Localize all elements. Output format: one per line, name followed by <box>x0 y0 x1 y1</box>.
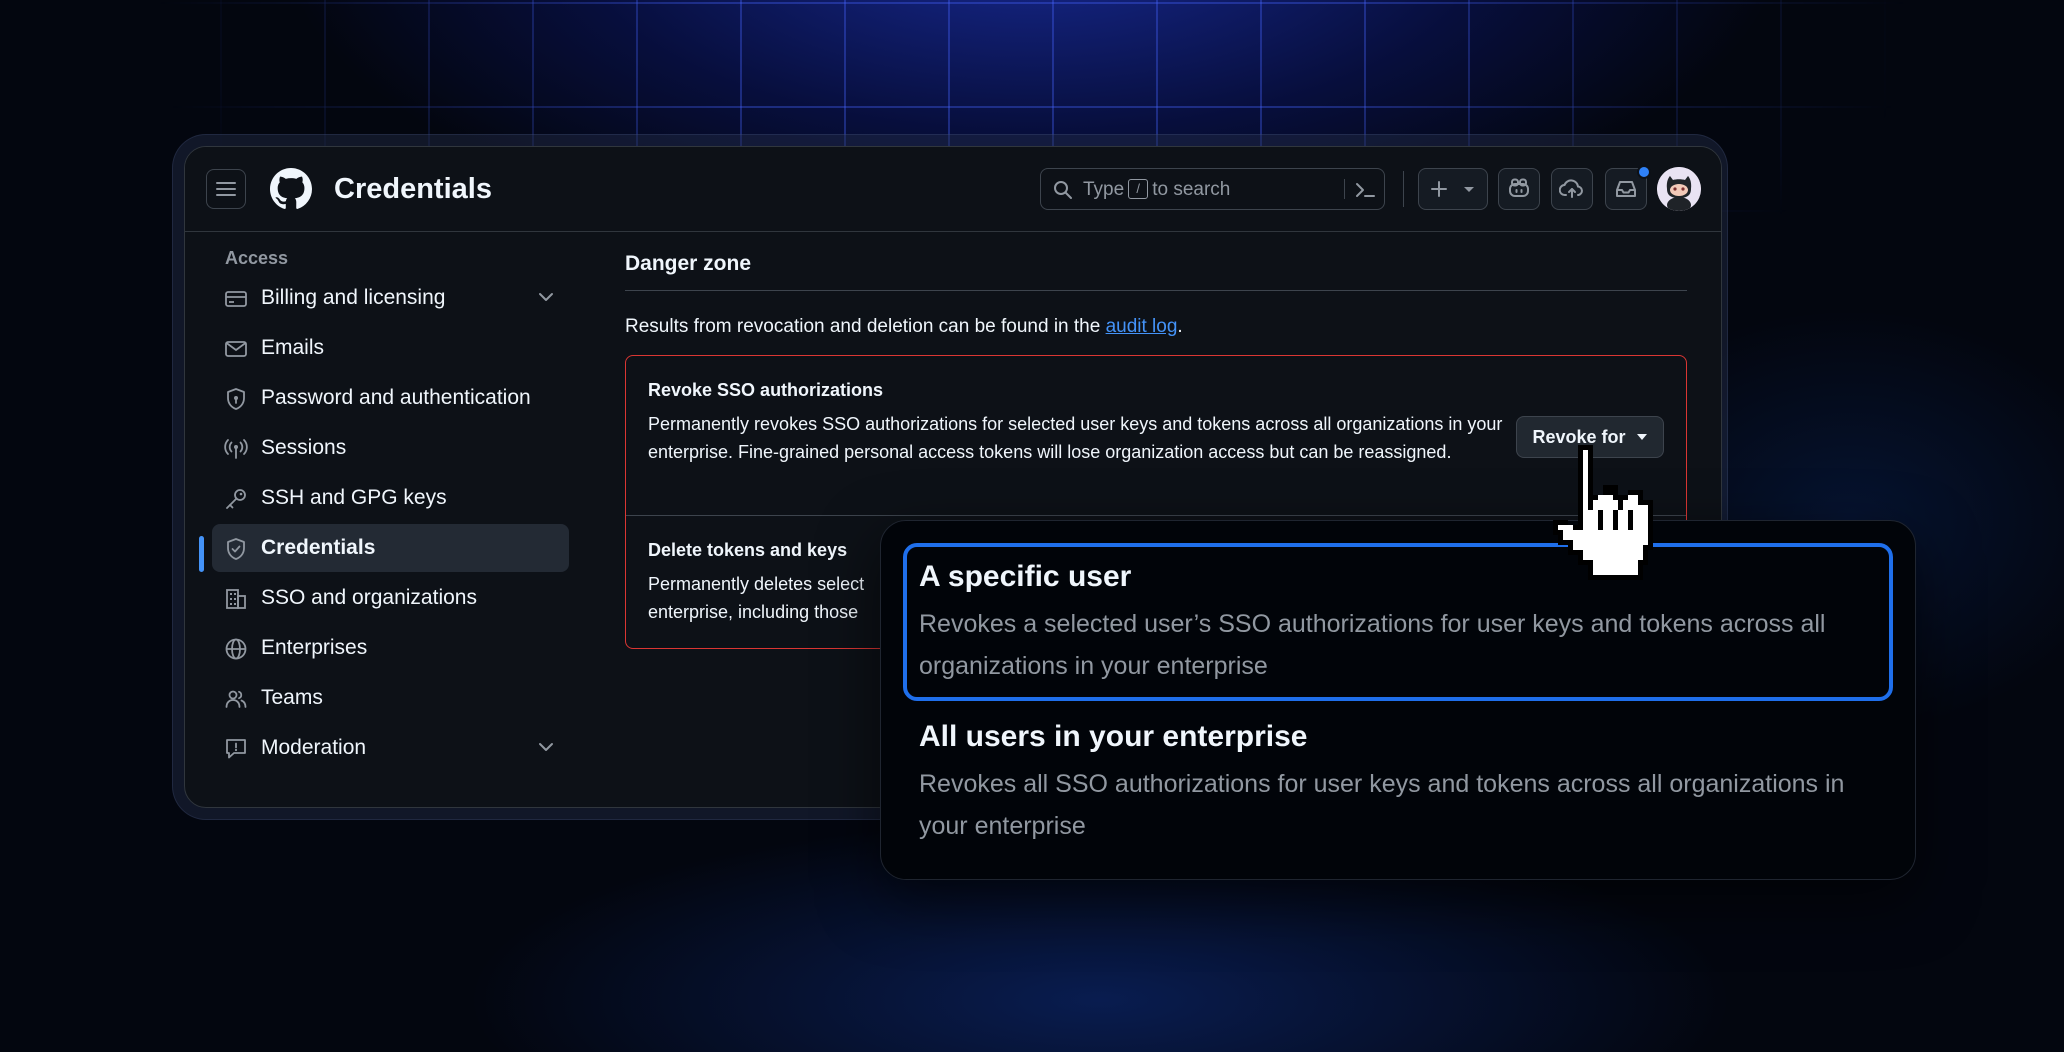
sidebar-item-label: Sessions <box>261 436 347 459</box>
inbox-icon <box>1616 181 1636 197</box>
mail-icon <box>225 341 247 357</box>
audit-log-link[interactable]: audit log <box>1106 316 1178 337</box>
copilot-icon <box>1509 178 1529 197</box>
delete-tokens-title: Delete tokens and keys <box>648 540 848 560</box>
sidebar-item-label: Billing and licensing <box>261 286 446 309</box>
notification-dot <box>1637 165 1651 179</box>
revoke-sso-description: Permanently revokes SSO authorizations f… <box>648 414 1503 462</box>
key-icon <box>226 489 246 509</box>
globe-icon <box>225 638 247 660</box>
menu-button[interactable] <box>206 169 246 209</box>
sidebar-item-sso-organizations[interactable]: SSO and organizations <box>212 574 569 622</box>
option-description: Revokes all SSO authorizations for user … <box>919 770 1845 840</box>
credit-card-icon <box>225 291 247 307</box>
sidebar-item-label: Moderation <box>261 736 367 759</box>
row-divider <box>626 515 1686 516</box>
broadcast-icon <box>224 439 248 459</box>
option-specific-user[interactable]: A specific user Revokes a selected user’… <box>903 543 1893 701</box>
sidebar-item-enterprises[interactable]: Enterprises <box>212 624 569 672</box>
sidebar-item-label: Emails <box>261 336 325 359</box>
command-palette-icon[interactable] <box>1353 179 1377 201</box>
github-logo-icon[interactable] <box>270 168 312 210</box>
people-icon <box>225 690 247 708</box>
organization-icon <box>226 589 246 609</box>
option-all-users[interactable]: All users in your enterprise Revokes all… <box>903 703 1893 861</box>
revoke-for-menu: A specific user Revokes a selected user’… <box>880 520 1916 880</box>
octocat-avatar-icon <box>1657 167 1701 211</box>
search-icon <box>1054 181 1072 199</box>
page-title: Credentials <box>334 173 492 205</box>
avatar[interactable] <box>1657 167 1701 211</box>
top-header: Credentials Type / to search <box>185 147 1721 232</box>
sidebar-item-label: Password and authentication <box>261 386 531 409</box>
cloud-upload-icon <box>1559 179 1583 198</box>
sidebar-item-label: SSH and GPG keys <box>261 486 447 509</box>
sidebar-item-label: Credentials <box>261 536 376 559</box>
shield-lock-icon <box>227 388 245 410</box>
report-icon <box>226 739 246 759</box>
section-divider <box>625 290 1687 291</box>
sidebar-item-moderation[interactable]: Moderation <box>212 724 569 772</box>
copilot-button[interactable] <box>1498 168 1540 210</box>
option-description: Revokes a selected user’s SSO authorizat… <box>919 610 1826 680</box>
codespaces-button[interactable] <box>1551 168 1593 210</box>
sidebar-item-credentials[interactable]: Credentials <box>212 524 569 572</box>
search-input[interactable]: Type / to search <box>1040 168 1385 210</box>
shield-check-icon <box>227 538 245 560</box>
sidebar-heading: Access <box>225 248 289 268</box>
slash-key: / <box>1128 179 1149 199</box>
sidebar-item-teams[interactable]: Teams <box>212 674 569 722</box>
hamburger-icon <box>216 182 236 196</box>
active-indicator <box>199 536 204 572</box>
sidebar-item-password[interactable]: Password and authentication <box>212 374 569 422</box>
header-divider <box>1403 171 1404 207</box>
sidebar: Access Billing and licensing Emails Pass… <box>185 232 575 792</box>
section-title: Danger zone <box>625 252 752 275</box>
sidebar-item-billing[interactable]: Billing and licensing <box>212 274 569 322</box>
section-description: Results from revocation and deletion can… <box>625 316 1183 337</box>
hand-cursor-icon <box>1553 445 1653 580</box>
chevron-down-icon <box>539 293 553 301</box>
sidebar-item-sessions[interactable]: Sessions <box>212 424 569 472</box>
search-placeholder: Type / to search <box>1083 179 1231 200</box>
sidebar-item-emails[interactable]: Emails <box>212 324 569 372</box>
create-new-button[interactable] <box>1418 168 1488 210</box>
caret-down-icon <box>1464 187 1474 192</box>
plus-icon <box>1431 181 1447 197</box>
sidebar-item-ssh-gpg-keys[interactable]: SSH and GPG keys <box>212 474 569 522</box>
search-divider <box>1344 179 1345 199</box>
option-title: A specific user <box>919 560 1132 593</box>
sidebar-item-label: Enterprises <box>261 636 368 659</box>
chevron-down-icon <box>539 743 553 751</box>
sidebar-item-label: Teams <box>261 686 323 709</box>
sidebar-item-label: SSO and organizations <box>261 586 477 609</box>
revoke-sso-title: Revoke SSO authorizations <box>648 380 884 400</box>
option-title: All users in your enterprise <box>919 720 1308 753</box>
